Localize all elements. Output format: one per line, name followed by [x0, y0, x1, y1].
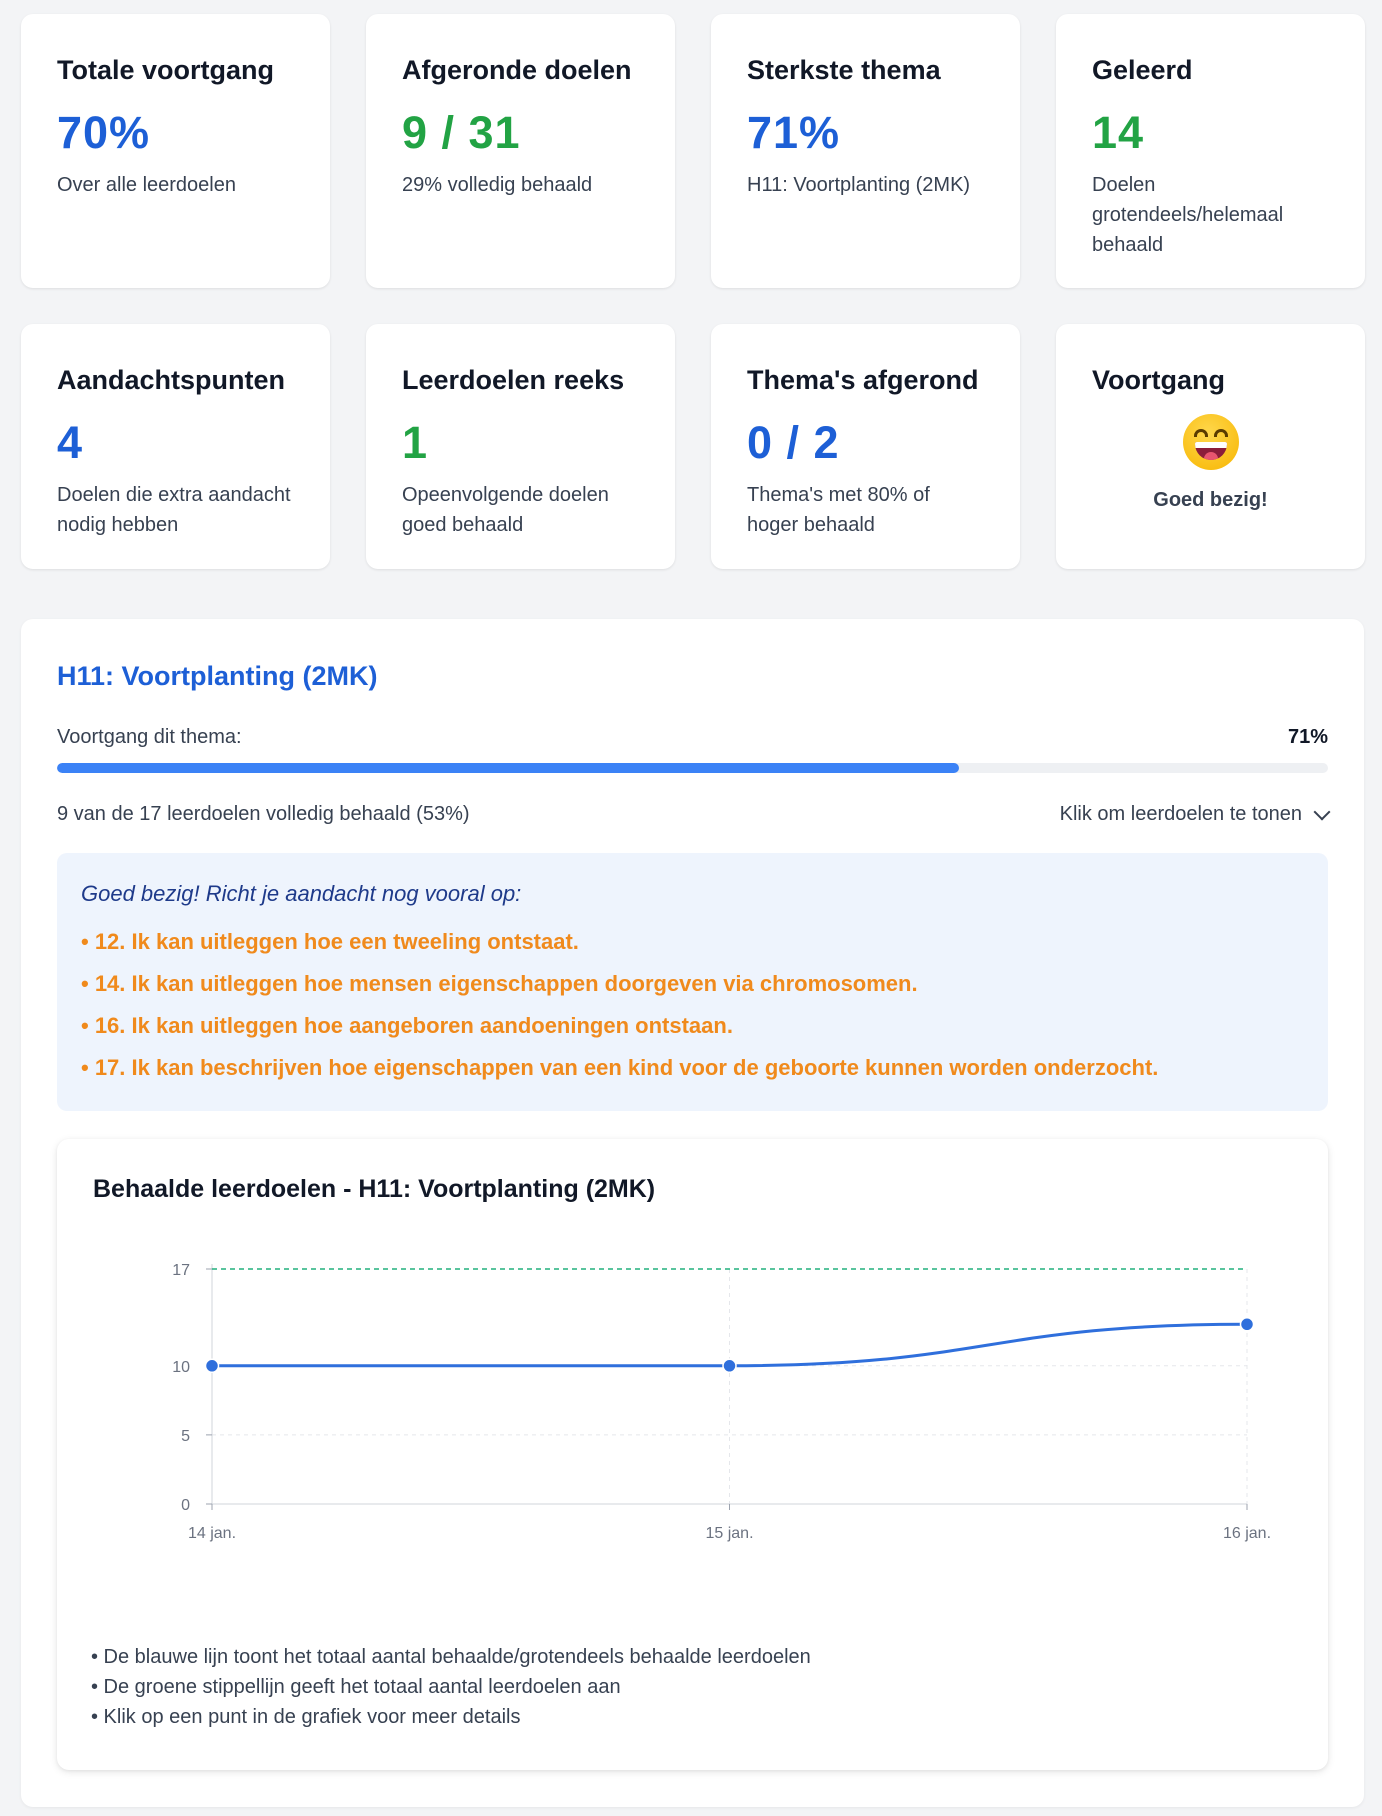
stat-value: 9 / 31 — [402, 107, 521, 159]
stat-title: Leerdoelen reeks — [402, 365, 625, 395]
stats-grid: Totale voortgang 70% Over alle leerdoele… — [21, 14, 1365, 569]
stat-card-mood: Voortgang Goed bezig! — [1056, 324, 1365, 569]
chart-note: • De groene stippellijn geeft het totaal… — [91, 1676, 621, 1698]
grinning-face-icon — [1182, 414, 1239, 471]
data-point[interactable] — [1239, 1317, 1255, 1332]
focus-item: • 17. Ik kan beschrijven hoe eigenschapp… — [81, 1055, 1159, 1080]
chart-card: 0 5 10 17 14 jan. 15 jan. 16 jan. Behaalde lee… — [57, 1139, 1328, 1770]
theme-progress-bar — [57, 763, 1328, 773]
stat-title: Geleerd — [1092, 55, 1193, 85]
show-goals-toggle[interactable]: Klik om leerdoelen te tonen — [1059, 803, 1331, 826]
show-goals-toggle-label: Klik om leerdoelen te tonen — [1059, 803, 1302, 825]
stat-subtitle: Thema's met 80% of hoger behaald — [747, 483, 930, 536]
mood-label: Goed bezig! — [1153, 489, 1268, 512]
stat-value: 1 — [402, 417, 429, 469]
stat-title: Sterkste thema — [747, 55, 941, 85]
stat-subtitle: H11: Voortplanting (2MK) — [747, 173, 971, 196]
mood-wrap: Goed bezig! — [1092, 414, 1329, 512]
stat-subtitle: Opeenvolgende doelen goed behaald — [402, 483, 609, 536]
data-point[interactable] — [722, 1358, 737, 1374]
stat-card-strongest-theme: Sterkste thema 71% H11: Voortplanting (2… — [711, 14, 1020, 288]
focus-item: • 16. Ik kan uitleggen hoe aangeboren aa… — [81, 1013, 733, 1038]
stat-title: Aandachtspunten — [57, 365, 286, 395]
stat-card-attention-points: Aandachtspunten 4 Doelen die extra aanda… — [21, 324, 330, 569]
focus-item: • 14. Ik kan uitleggen hoe mensen eigens… — [81, 971, 918, 996]
theme-goal-summary: 9 van de 17 leerdoelen volledig behaald … — [57, 803, 470, 825]
stat-card-learned: Geleerd 14 Doelen grotendeels/helemaal b… — [1056, 14, 1365, 288]
x-tick-label: 14 jan. — [188, 1525, 236, 1542]
stat-title: Thema's afgerond — [747, 365, 979, 395]
theme-title: H11: Voortplanting (2MK) — [57, 661, 378, 691]
chart-title: Behaalde leerdoelen - H11: Voortplanting… — [93, 1175, 656, 1203]
stat-card-goal-streak: Leerdoelen reeks 1 Opeenvolgende doelen … — [366, 324, 675, 569]
focus-item: • 12. Ik kan uitleggen hoe een tweeling … — [81, 929, 579, 954]
stat-value: 14 — [1092, 107, 1145, 159]
y-tick-label: 5 — [181, 1428, 190, 1445]
chart-note: • De blauwe lijn toont het totaal aantal… — [91, 1646, 811, 1668]
chevron-down-icon — [1313, 803, 1331, 820]
stat-title: Voortgang — [1092, 365, 1225, 395]
x-tick-label: 16 jan. — [1223, 1525, 1271, 1542]
chart-note: • Klik op een punt in de grafiek voor me… — [91, 1706, 521, 1728]
data-point[interactable] — [204, 1358, 220, 1374]
stat-value: 0 / 2 — [747, 417, 840, 469]
chart-notes: • De blauwe lijn toont het totaal aantal… — [91, 1642, 811, 1732]
stat-subtitle: 29% volledig behaald — [402, 173, 593, 196]
y-tick-label: 17 — [172, 1262, 190, 1279]
stat-subtitle: Doelen die extra aandacht nodig hebben — [57, 483, 291, 536]
stat-subtitle: Doelen grotendeels/helemaal behaald — [1092, 173, 1284, 256]
stat-card-completed-goals: Afgeronde doelen 9 / 31 29% volledig beh… — [366, 14, 675, 288]
y-tick-label: 0 — [181, 1497, 190, 1514]
stat-value: 4 — [57, 417, 84, 469]
theme-progress-label: Voortgang dit thema: — [57, 726, 242, 748]
y-tick-label: 10 — [172, 1359, 190, 1376]
focus-box: Goed bezig! Richt je aandacht nog vooral… — [57, 853, 1328, 1111]
stat-card-total-progress: Totale voortgang 70% Over alle leerdoele… — [21, 14, 330, 288]
stat-title: Totale voortgang — [57, 55, 275, 85]
stat-title: Afgeronde doelen — [402, 55, 632, 85]
stat-subtitle: Over alle leerdoelen — [57, 173, 236, 196]
theme-progress-percent: 71% — [1287, 726, 1328, 748]
stat-card-themes-completed: Thema's afgerond 0 / 2 Thema's met 80% o… — [711, 324, 1020, 569]
theme-panel: H11: Voortplanting (2MK) Voortgang dit t… — [21, 619, 1364, 1807]
stat-value: 70% — [57, 107, 151, 159]
theme-progress-fill — [57, 763, 960, 773]
stat-value: 71% — [747, 107, 841, 159]
goals-line-chart: 0 5 10 17 14 jan. 15 jan. 16 jan. — [172, 1262, 1271, 1542]
x-tick-label: 15 jan. — [705, 1525, 753, 1542]
focus-heading: Goed bezig! Richt je aandacht nog vooral… — [81, 881, 522, 906]
